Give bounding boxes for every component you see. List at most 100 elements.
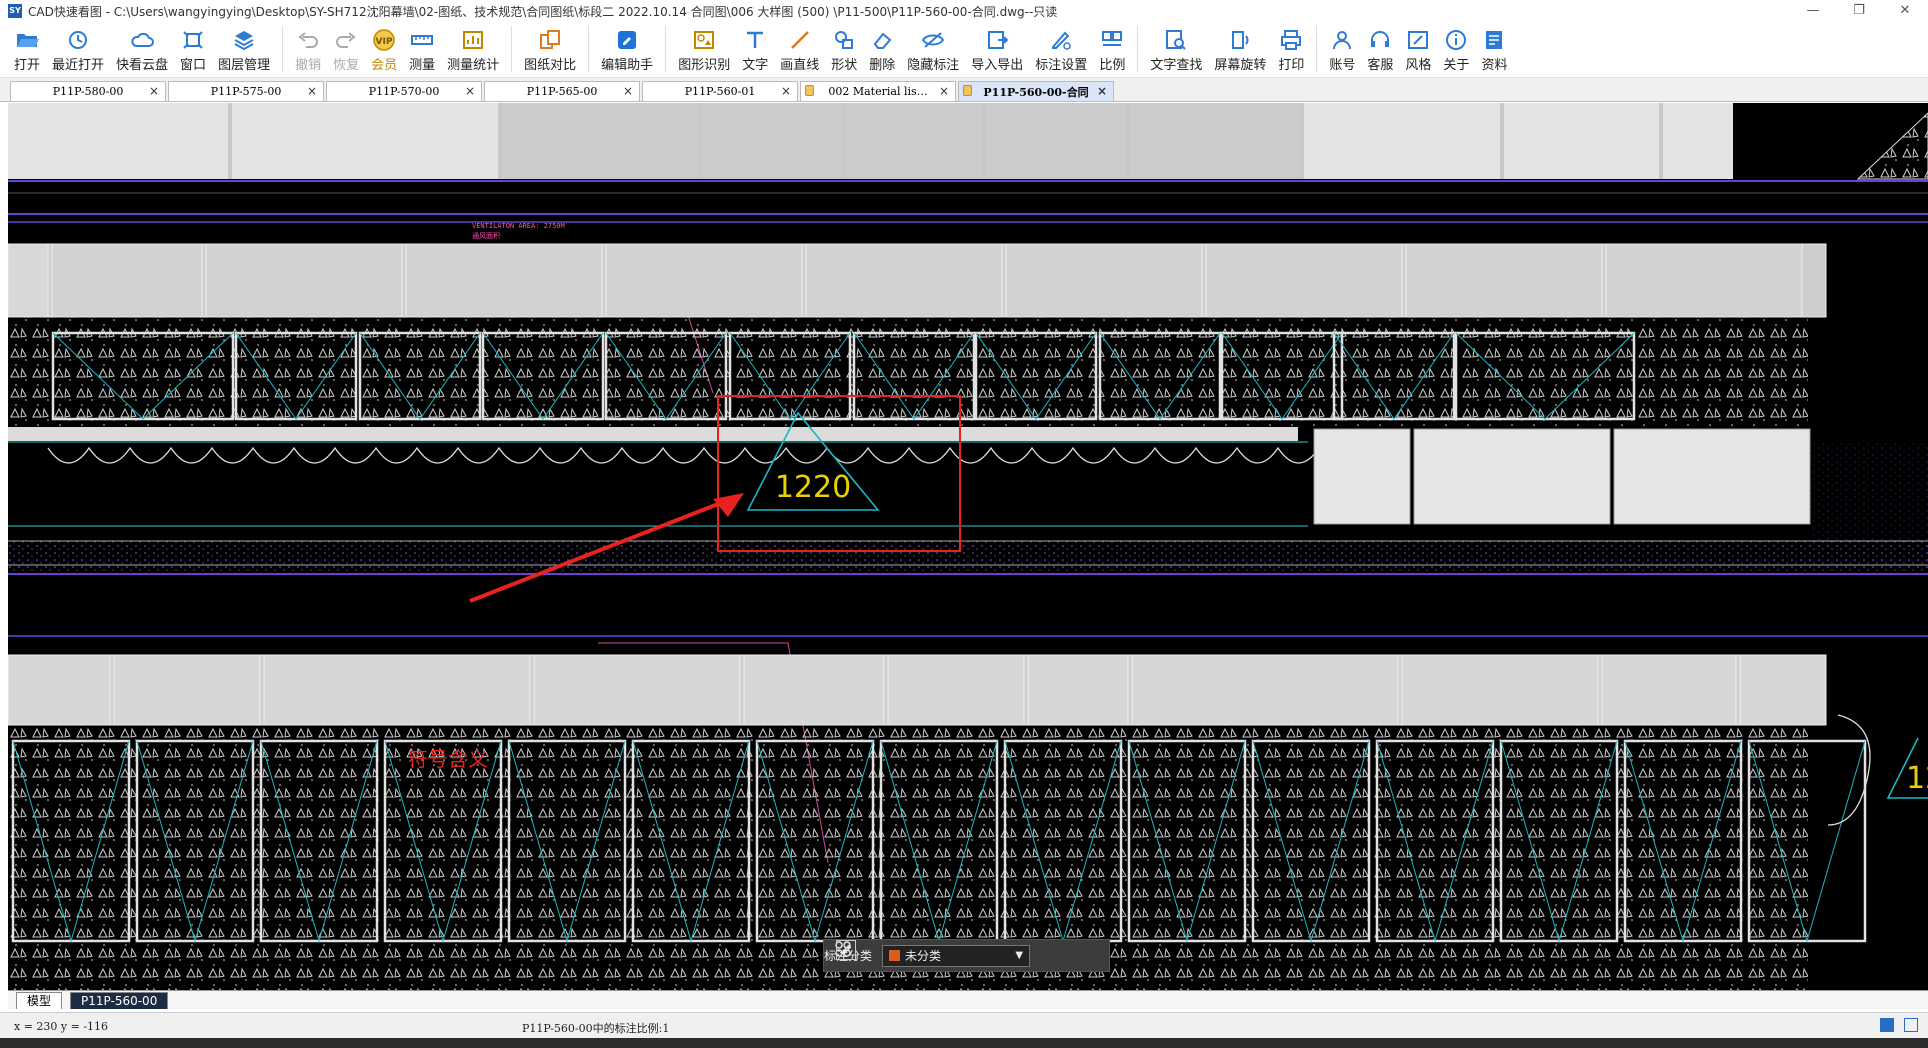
print-button[interactable]: 打印 bbox=[1272, 22, 1310, 76]
minimize-button[interactable]: — bbox=[1790, 0, 1836, 22]
hide-annotation-button[interactable]: 隐藏标注 bbox=[901, 22, 965, 76]
tab-p11p-575-00[interactable]: P11P-575-00 × bbox=[168, 81, 324, 101]
window-button[interactable]: 窗口 bbox=[174, 22, 212, 76]
close-tab-icon[interactable]: × bbox=[307, 84, 317, 98]
edit-helper-button[interactable]: 编辑助手 bbox=[595, 22, 659, 76]
rotate-screen-label: 屏幕旋转 bbox=[1214, 58, 1267, 73]
measure-label: 测量 bbox=[409, 58, 436, 73]
tab-p11p-580-00[interactable]: P11P-580-00 × bbox=[10, 81, 166, 101]
shape-recognize-button[interactable]: 图形识别 bbox=[672, 22, 736, 76]
import-export-icon bbox=[988, 31, 1009, 49]
lock-icon bbox=[805, 85, 814, 96]
window-label: 窗口 bbox=[180, 58, 207, 73]
tab-label: P11P-560-00-合同 bbox=[983, 85, 1089, 99]
close-tab-icon[interactable]: × bbox=[781, 84, 791, 98]
close-tab-icon[interactable]: × bbox=[623, 84, 633, 98]
line-tool-button[interactable]: 画直线 bbox=[774, 22, 825, 76]
tab-p11p-565-00[interactable]: P11P-565-00 × bbox=[484, 81, 640, 101]
shape-tool-button[interactable]: 形状 bbox=[825, 22, 863, 76]
measure-stats-button[interactable]: 测量统计 bbox=[441, 22, 505, 76]
erase-button[interactable]: 删除 bbox=[863, 22, 901, 76]
tab-layout-p11p-560-00[interactable]: P11P-560-00 bbox=[70, 992, 169, 1009]
undo-button[interactable]: 撤销 bbox=[289, 22, 327, 76]
close-tab-icon[interactable]: × bbox=[149, 84, 159, 98]
close-tab-icon[interactable]: × bbox=[939, 84, 949, 98]
shape-recognize-icon bbox=[694, 31, 715, 49]
document-tabs: P11P-580-00 × P11P-575-00 × P11P-570-00 × P… bbox=[0, 78, 1928, 102]
cloud-drive-button[interactable]: 快看云盘 bbox=[110, 22, 174, 76]
app-logo-icon: SY bbox=[8, 4, 22, 18]
shape-icon bbox=[835, 31, 854, 49]
middle-panel-row bbox=[8, 243, 1827, 318]
close-window-button[interactable]: ✕ bbox=[1882, 0, 1928, 22]
undo-label: 撤销 bbox=[295, 58, 322, 73]
folder-open-icon bbox=[17, 34, 39, 47]
close-tab-icon[interactable]: × bbox=[465, 84, 475, 98]
open-label: 打开 bbox=[14, 58, 41, 73]
tab-p11p-560-01[interactable]: P11P-560-01 × bbox=[642, 81, 798, 101]
compare-button[interactable]: 图纸对比 bbox=[518, 22, 582, 76]
cad-drawing: VENTILATON AREA: 2750M 通风面积 1220 1 bbox=[8, 103, 1928, 990]
restore-button[interactable]: ❐ bbox=[1836, 0, 1882, 22]
annotation-settings-button[interactable]: 标注设置 bbox=[1029, 22, 1093, 76]
ratio-button[interactable]: 比例 bbox=[1093, 22, 1131, 76]
fullscreen-icon[interactable] bbox=[1904, 1018, 1918, 1032]
drawing-canvas[interactable]: VENTILATON AREA: 2750M 通风面积 1220 1 标注分类 … bbox=[8, 103, 1928, 990]
annotation-category-select[interactable]: 未分类 ▼ bbox=[882, 944, 1031, 967]
redo-button[interactable]: 恢复 bbox=[327, 22, 365, 76]
eye-hide-icon bbox=[922, 32, 945, 48]
cloud-drive-label: 快看云盘 bbox=[116, 58, 169, 73]
shape-recognize-label: 图形识别 bbox=[678, 58, 731, 73]
tab-label: P11P-580-00 bbox=[52, 85, 124, 98]
edit-note-icon[interactable] bbox=[836, 940, 856, 960]
close-tab-icon[interactable]: × bbox=[1097, 84, 1107, 98]
tab-p11p-570-00[interactable]: P11P-570-00 × bbox=[326, 81, 482, 101]
account-button[interactable]: 账号 bbox=[1323, 22, 1361, 76]
status-bar: x = 230 y = -116 P11P-560-00中的标注比例:1 bbox=[0, 1012, 1928, 1039]
recent-open-button[interactable]: 最近打开 bbox=[46, 22, 110, 76]
annotation-label: 符号含义 bbox=[408, 747, 488, 771]
dotted-fill bbox=[1813, 443, 1928, 543]
style-button[interactable]: 风格 bbox=[1399, 22, 1437, 76]
measure-button[interactable]: 测量 bbox=[403, 22, 441, 76]
tab-p11p-560-00-contract[interactable]: P11P-560-00-合同 × bbox=[958, 81, 1114, 101]
erase-label: 删除 bbox=[869, 58, 896, 73]
compare-label: 图纸对比 bbox=[524, 58, 577, 73]
window-title: CAD快速看图 - C:\Users\wangyingying\Desktop\… bbox=[28, 4, 1058, 19]
customer-service-button[interactable]: 客服 bbox=[1361, 22, 1399, 76]
user-icon bbox=[1333, 31, 1352, 50]
vip-button[interactable]: VIP 会员 bbox=[365, 22, 403, 76]
tab-label: P11P-565-00 bbox=[526, 85, 598, 98]
lock-icon bbox=[963, 85, 972, 96]
open-button[interactable]: 打开 bbox=[8, 22, 46, 76]
annotation-scale: P11P-560-00中的标注比例:1 bbox=[522, 1022, 670, 1035]
about-label: 关于 bbox=[1443, 58, 1470, 73]
undo-icon bbox=[298, 32, 319, 48]
text-t-icon bbox=[747, 31, 764, 48]
rotate-screen-button[interactable]: 屏幕旋转 bbox=[1208, 22, 1272, 76]
tab-label: 002 Material lis… bbox=[828, 85, 928, 98]
scallop-line bbox=[47, 446, 1320, 464]
hide-annotation-label: 隐藏标注 bbox=[907, 58, 960, 73]
eraser-icon bbox=[873, 32, 892, 49]
toolbar-divider bbox=[1316, 26, 1318, 72]
customer-service-label: 客服 bbox=[1367, 58, 1394, 73]
toolbar-divider bbox=[1137, 26, 1139, 72]
about-button[interactable]: 关于 bbox=[1437, 22, 1475, 76]
search-text-icon bbox=[1166, 30, 1187, 50]
resources-button[interactable]: 资料 bbox=[1475, 22, 1513, 76]
text-search-button[interactable]: 文字查找 bbox=[1144, 22, 1208, 76]
import-export-label: 导入导出 bbox=[971, 58, 1024, 73]
printer-icon bbox=[1281, 30, 1302, 50]
import-export-button[interactable]: 导入导出 bbox=[965, 22, 1029, 76]
tab-model[interactable]: 模型 bbox=[16, 992, 63, 1009]
hatched-corner bbox=[1856, 112, 1928, 180]
title-bar: SY CAD快速看图 - C:\Users\wangyingying\Deskt… bbox=[0, 0, 1928, 22]
layer-manager-button[interactable]: 图层管理 bbox=[212, 22, 276, 76]
resources-icon bbox=[1486, 31, 1503, 49]
tab-material-list[interactable]: 002 Material lis… × bbox=[800, 81, 956, 101]
layout-mode-icon[interactable] bbox=[1880, 1018, 1894, 1032]
text-tool-button[interactable]: 文字 bbox=[736, 22, 774, 76]
annotation-category-value: 未分类 bbox=[905, 949, 942, 963]
print-label: 打印 bbox=[1278, 58, 1305, 73]
